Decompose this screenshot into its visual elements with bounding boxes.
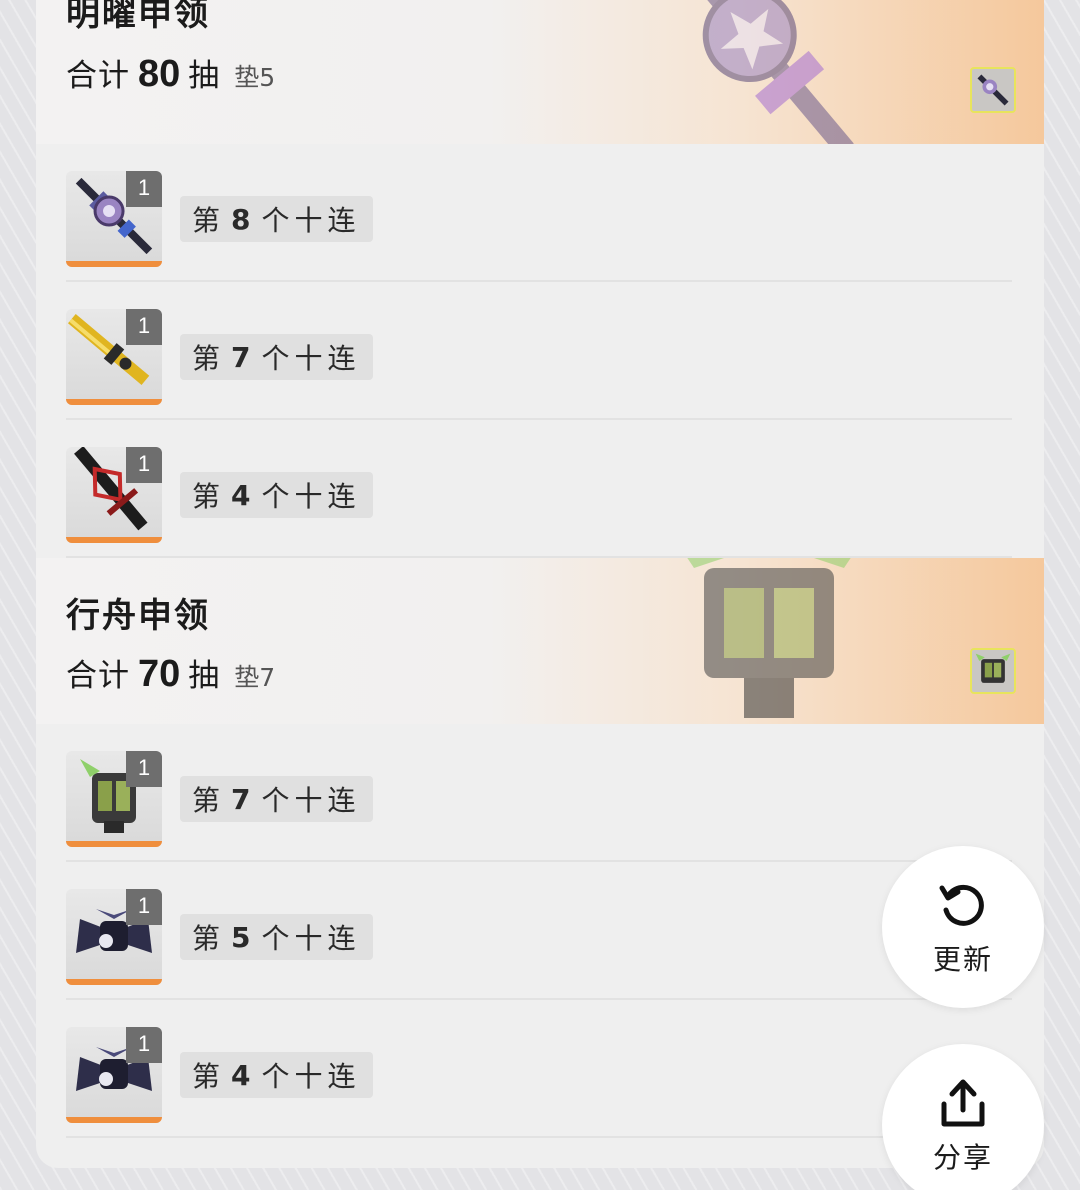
item-icon: 1 (66, 309, 162, 405)
pull-number: 7 (231, 782, 256, 816)
purple-weapon-art (684, 0, 854, 144)
refresh-button[interactable]: 更新 (882, 846, 1044, 1008)
pull-index-tag: 第 7 个十连 (180, 334, 373, 380)
banner-total: 合计 70 抽 垫7 (66, 650, 275, 696)
item-icon: 1 (66, 447, 162, 543)
total-prefix: 合计 (66, 658, 130, 694)
pity-count: 垫5 (234, 63, 276, 92)
item-count: 1 (126, 751, 162, 787)
item-count: 1 (126, 171, 162, 207)
refresh-label: 更新 (932, 943, 993, 976)
refresh-icon (939, 884, 984, 926)
purple-weapon-icon (977, 74, 1009, 106)
rarity-bar (66, 261, 162, 267)
pull-prefix: 第 (192, 784, 226, 817)
pull-index-tag: 第 8 个十连 (180, 196, 373, 242)
banner-title: 行舟申领 (66, 596, 210, 636)
pull-suffix: 个十连 (261, 204, 361, 237)
banner-thumbnail[interactable] (970, 648, 1016, 694)
total-pulls: 70 (138, 653, 181, 695)
pull-prefix: 第 (192, 204, 226, 237)
rarity-bar (66, 841, 162, 847)
item-count: 1 (126, 309, 162, 345)
list-item[interactable]: 1 第 4 个十连 (66, 1000, 1012, 1138)
pull-number: 8 (231, 202, 256, 236)
banner-thumbnail[interactable] (970, 67, 1016, 113)
item-icon: 1 (66, 751, 162, 847)
item-icon: 1 (66, 1027, 162, 1123)
item-count: 1 (126, 889, 162, 925)
rarity-bar (66, 1117, 162, 1123)
pull-number: 5 (231, 920, 256, 954)
rarity-bar (66, 537, 162, 543)
item-icon: 1 (66, 171, 162, 267)
list-item[interactable]: 1 第 4 个十连 (66, 420, 1012, 558)
total-suffix: 抽 (188, 58, 221, 94)
list-item[interactable]: 1 第 7 个十连 (66, 282, 1012, 420)
banner-title: 明曜申领 (66, 0, 210, 34)
total-prefix: 合计 (66, 58, 130, 94)
pull-index-tag: 第 7 个十连 (180, 776, 373, 822)
rarity-bar (66, 399, 162, 405)
gacha-history-card: 明曜申领 合计 80 抽 垫5 1 第 8 个十连 1 第 7 个十连 1 第 … (36, 0, 1044, 1168)
pull-index-tag: 第 5 个十连 (180, 914, 373, 960)
pull-suffix: 个十连 (261, 342, 361, 375)
pull-number: 4 (231, 1058, 256, 1092)
pull-index-tag: 第 4 个十连 (180, 472, 373, 518)
pull-suffix: 个十连 (261, 1060, 361, 1093)
list-item[interactable]: 1 第 8 个十连 (66, 144, 1012, 282)
pull-index-tag: 第 4 个十连 (180, 1052, 373, 1098)
item-icon: 1 (66, 889, 162, 985)
share-icon (941, 1079, 985, 1127)
rarity-bar (66, 979, 162, 985)
pull-number: 4 (231, 478, 256, 512)
total-pulls: 80 (138, 53, 181, 95)
green-mech-icon (975, 653, 1011, 683)
list-item[interactable]: 1 第 5 个十连 (66, 862, 1012, 1000)
total-suffix: 抽 (188, 658, 221, 694)
banner-total: 合计 80 抽 垫5 (66, 50, 275, 96)
item-count: 1 (126, 447, 162, 483)
pity-count: 垫7 (234, 663, 276, 692)
pull-prefix: 第 (192, 342, 226, 375)
banner-header-1: 明曜申领 合计 80 抽 垫5 (36, 0, 1044, 144)
pull-suffix: 个十连 (261, 922, 361, 955)
pull-suffix: 个十连 (261, 480, 361, 513)
item-count: 1 (126, 1027, 162, 1063)
banner-header-2: 行舟申领 合计 70 抽 垫7 (36, 558, 1044, 724)
pull-prefix: 第 (192, 1060, 226, 1093)
pull-suffix: 个十连 (261, 784, 361, 817)
pull-number: 7 (231, 340, 256, 374)
pull-prefix: 第 (192, 480, 226, 513)
list-item[interactable]: 1 第 7 个十连 (66, 724, 1012, 862)
pull-prefix: 第 (192, 922, 226, 955)
green-mech-art (687, 558, 851, 718)
share-label: 分享 (932, 1141, 993, 1174)
